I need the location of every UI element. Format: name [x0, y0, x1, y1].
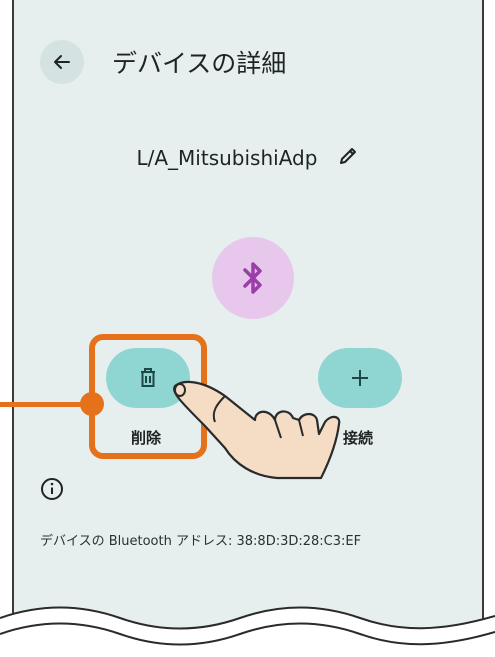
pencil-icon	[339, 148, 356, 164]
arrow-left-icon	[54, 55, 70, 69]
device-type-avatar	[212, 237, 294, 319]
info-icon	[41, 478, 63, 500]
bluetooth-address: デバイスの Bluetooth アドレス: 38:8D:3D:28:C3:EF	[40, 534, 362, 549]
callout-dot	[80, 392, 104, 416]
screen-frame	[12, 0, 484, 657]
wavy-cutoff	[0, 606, 495, 657]
device-name-row: L/A_MitsubishiAdp	[0, 145, 495, 171]
tapping-hand-icon	[173, 380, 341, 480]
bluetooth-icon	[243, 262, 262, 294]
device-name: L/A_MitsubishiAdp	[136, 146, 318, 170]
callout-line	[0, 402, 90, 407]
edit-name-button[interactable]	[337, 145, 359, 171]
page-title: デバイスの詳細	[112, 49, 287, 78]
info-section	[40, 477, 64, 505]
back-button[interactable]	[40, 40, 84, 84]
